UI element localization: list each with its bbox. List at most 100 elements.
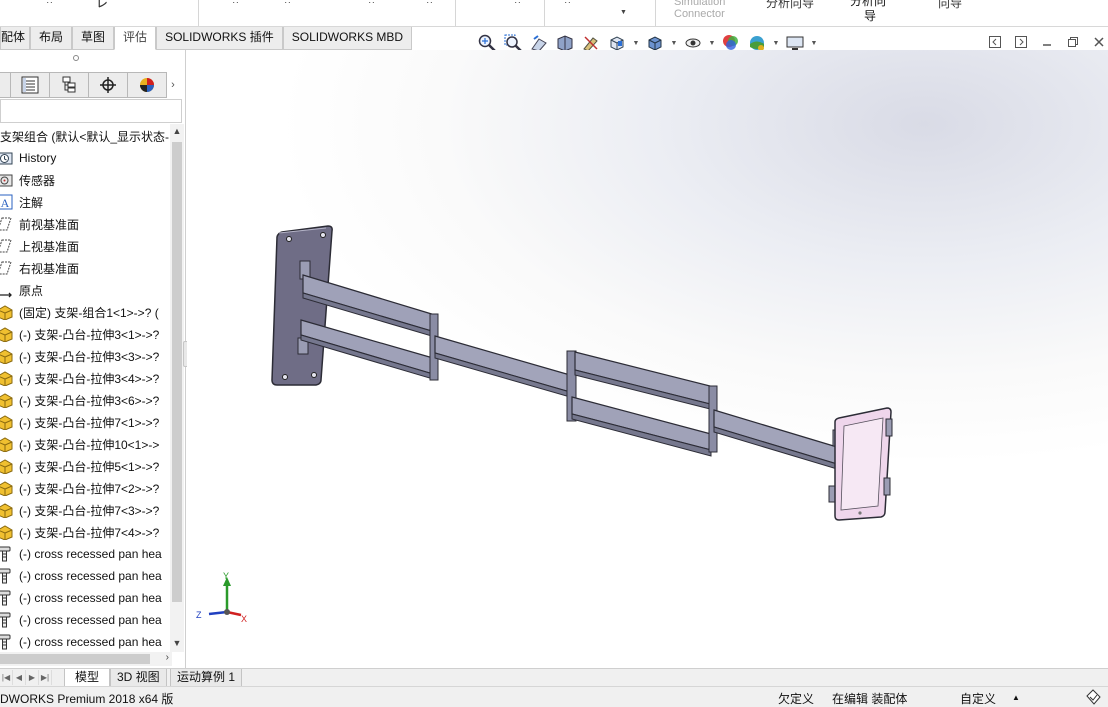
tab-evaluate[interactable]: 评估 bbox=[114, 27, 157, 50]
graphics-viewport[interactable]: Y Z X bbox=[187, 50, 1108, 668]
plane-icon bbox=[0, 215, 14, 233]
tree-root-label: 支架组合 (默认<默认_显示状态- bbox=[0, 129, 170, 144]
scrollbar-thumb[interactable] bbox=[0, 654, 150, 664]
tree-item-component[interactable]: (-) 支架-凸台-拉伸7<3>->? bbox=[0, 499, 170, 521]
tree-item-screw[interactable]: (-) cross recessed pan hea bbox=[0, 587, 170, 609]
configuration-manager-icon[interactable] bbox=[49, 72, 89, 98]
tree-item-component[interactable]: (-) 支架-凸台-拉伸7<4>->? bbox=[0, 521, 170, 543]
ribbon-separator bbox=[655, 0, 656, 26]
previous-tab-icon[interactable]: ◀ bbox=[13, 670, 26, 685]
tab-layout[interactable]: 布局 bbox=[30, 27, 73, 50]
wall-mount-plate[interactable] bbox=[271, 225, 333, 386]
tree-item-component[interactable]: (-) 支架-凸台-拉伸3<4>->? bbox=[0, 367, 170, 389]
tree-filter-box[interactable] bbox=[0, 99, 182, 123]
scrollbar-thumb[interactable] bbox=[172, 142, 182, 602]
tree-vertical-scrollbar[interactable]: ▲ ▼ bbox=[170, 124, 184, 652]
product-version: DWORKS Premium 2018 x64 版 bbox=[0, 692, 174, 706]
tab-sketch[interactable]: 草图 bbox=[72, 27, 115, 50]
chevron-down-icon[interactable]: ▼ bbox=[620, 9, 627, 16]
feature-manager-panel: › 支架组合 (默认<默认_显示状态- History 传感器 A 注解 前视基… bbox=[0, 50, 186, 668]
ribbon-button-fragment[interactable]: ᆢ bbox=[44, 0, 55, 11]
tree-item-component[interactable]: (-) 支架-凸台-拉伸3<1>->? bbox=[0, 323, 170, 345]
tree-item-top-plane[interactable]: 上视基准面 bbox=[0, 235, 170, 257]
scroll-right-icon[interactable]: › bbox=[166, 652, 169, 663]
tree-item-annotations[interactable]: A 注解 bbox=[0, 191, 170, 213]
tree-item-label: (-) 支架-凸台-拉伸7<2>->? bbox=[19, 481, 160, 496]
scroll-up-icon[interactable]: ▲ bbox=[172, 126, 182, 138]
analysis-wizard-button-2[interactable]: 分析向 导 bbox=[850, 0, 886, 24]
tree-item-screw[interactable]: (-) cross recessed pan hea bbox=[0, 565, 170, 587]
tree-item-component[interactable]: (固定) 支架-组合1<1>->? ( bbox=[0, 301, 170, 323]
ribbon-button-fragment[interactable]: ᆢ bbox=[424, 0, 435, 11]
ribbon-button-fragment[interactable]: ㆑ bbox=[96, 0, 108, 11]
tree-item-origin[interactable]: 原点 bbox=[0, 279, 170, 301]
part-icon bbox=[0, 501, 14, 519]
ribbon-button-fragment[interactable]: ᆢ bbox=[282, 0, 293, 11]
ribbon-button-fragment[interactable]: ᆢ bbox=[366, 0, 377, 11]
tree-item-component[interactable]: (-) 支架-凸台-拉伸10<1>-> bbox=[0, 433, 170, 455]
tab-motion-study[interactable]: 运动算例 1 bbox=[170, 669, 243, 687]
property-manager-icon[interactable] bbox=[10, 72, 50, 98]
dimxpert-manager-icon[interactable] bbox=[88, 72, 128, 98]
customize-status-icon[interactable] bbox=[1084, 688, 1102, 707]
close-icon[interactable] bbox=[1090, 33, 1108, 51]
tree-item-label: 原点 bbox=[19, 283, 44, 298]
scroll-down-icon[interactable]: ▼ bbox=[172, 638, 182, 650]
minimize-icon[interactable] bbox=[1038, 33, 1056, 51]
panel-grip-icon[interactable] bbox=[73, 55, 79, 61]
first-tab-icon[interactable]: |◀ bbox=[0, 670, 13, 685]
tree-item-label: (-) cross recessed pan hea bbox=[19, 569, 162, 583]
tab-solidworks-addins[interactable]: SOLIDWORKS 插件 bbox=[156, 27, 283, 50]
arm-segment-3[interactable] bbox=[566, 350, 718, 457]
analysis-wizard-button[interactable]: 分析向导 bbox=[766, 0, 814, 11]
tree-item-component[interactable]: (-) 支架-凸台-拉伸7<1>->? bbox=[0, 411, 170, 433]
maximize-icon[interactable] bbox=[1064, 33, 1082, 51]
tree-horizontal-scrollbar[interactable]: › bbox=[0, 652, 172, 666]
tree-item-component[interactable]: (-) 支架-凸台-拉伸5<1>->? bbox=[0, 455, 170, 477]
arm-segment-2[interactable] bbox=[434, 335, 571, 398]
tab-model[interactable]: 模型 bbox=[64, 669, 111, 687]
tab-solidworks-mbd[interactable]: SOLIDWORKS MBD bbox=[282, 27, 413, 50]
tree-item-right-plane[interactable]: 右视基准面 bbox=[0, 257, 170, 279]
tab-3d-view[interactable]: 3D 视图 bbox=[110, 669, 167, 687]
history-icon bbox=[0, 149, 14, 167]
tree-item-screw[interactable]: (-) cross recessed pan hea bbox=[0, 631, 170, 652]
tree-item-screw[interactable]: (-) cross recessed pan hea bbox=[0, 609, 170, 631]
tree-item-screw[interactable]: (-) cross recessed pan hea bbox=[0, 543, 170, 565]
tree-item-label: (-) cross recessed pan hea bbox=[19, 591, 162, 605]
screw-icon bbox=[0, 611, 14, 629]
ribbon-button-fragment[interactable]: ᆢ bbox=[512, 0, 523, 11]
chevron-right-icon[interactable]: › bbox=[167, 72, 179, 98]
tablet-holder[interactable] bbox=[834, 407, 893, 521]
tree-item-front-plane[interactable]: 前视基准面 bbox=[0, 213, 170, 235]
ribbon-button-fragment[interactable]: ᆢ bbox=[562, 0, 573, 11]
assembly-model[interactable]: Y Z X bbox=[187, 50, 1108, 668]
part-icon bbox=[0, 523, 14, 541]
chevron-up-icon[interactable]: ▲ bbox=[1012, 693, 1020, 702]
units-selector[interactable]: 自定义 bbox=[960, 690, 996, 707]
restore-left-icon[interactable] bbox=[986, 33, 1004, 51]
tree-item-sensors[interactable]: 传感器 bbox=[0, 169, 170, 191]
tree-item-component[interactable]: (-) 支架-凸台-拉伸3<3>->? bbox=[0, 345, 170, 367]
tree-root-assembly[interactable]: 支架组合 (默认<默认_显示状态- bbox=[0, 125, 170, 147]
display-manager-icon[interactable] bbox=[127, 72, 167, 98]
tree-item-label: (-) 支架-凸台-拉伸5<1>->? bbox=[19, 459, 160, 474]
plane-icon bbox=[0, 237, 14, 255]
ribbon-button-fragment[interactable]: ᆢ bbox=[230, 0, 241, 11]
last-tab-icon[interactable]: ▶| bbox=[39, 670, 52, 685]
part-icon bbox=[0, 435, 14, 453]
bottom-view-tabs: |◀ ◀ ▶ ▶| 模型 3D 视图 运动算例 1 bbox=[0, 668, 1108, 687]
tree-item-label: 传感器 bbox=[19, 173, 56, 188]
tab-navigation: |◀ ◀ ▶ ▶| bbox=[0, 670, 52, 685]
tree-item-label: (-) 支架-凸台-拉伸7<3>->? bbox=[19, 503, 160, 518]
restore-right-icon[interactable] bbox=[1012, 33, 1030, 51]
arm-segment-4[interactable] bbox=[713, 409, 842, 503]
next-tab-icon[interactable]: ▶ bbox=[26, 670, 39, 685]
feature-tree: 支架组合 (默认<默认_显示状态- History 传感器 A 注解 前视基准面… bbox=[0, 124, 170, 652]
tab-assembly[interactable]: 配体 bbox=[0, 27, 31, 50]
simulation-connector-button[interactable]: Simulation Connector bbox=[674, 0, 725, 20]
tree-item-component[interactable]: (-) 支架-凸台-拉伸7<2>->? bbox=[0, 477, 170, 499]
tree-item-history[interactable]: History bbox=[0, 147, 170, 169]
tree-item-component[interactable]: (-) 支架-凸台-拉伸3<6>->? bbox=[0, 389, 170, 411]
wizard-button[interactable]: 向导 bbox=[938, 0, 962, 11]
